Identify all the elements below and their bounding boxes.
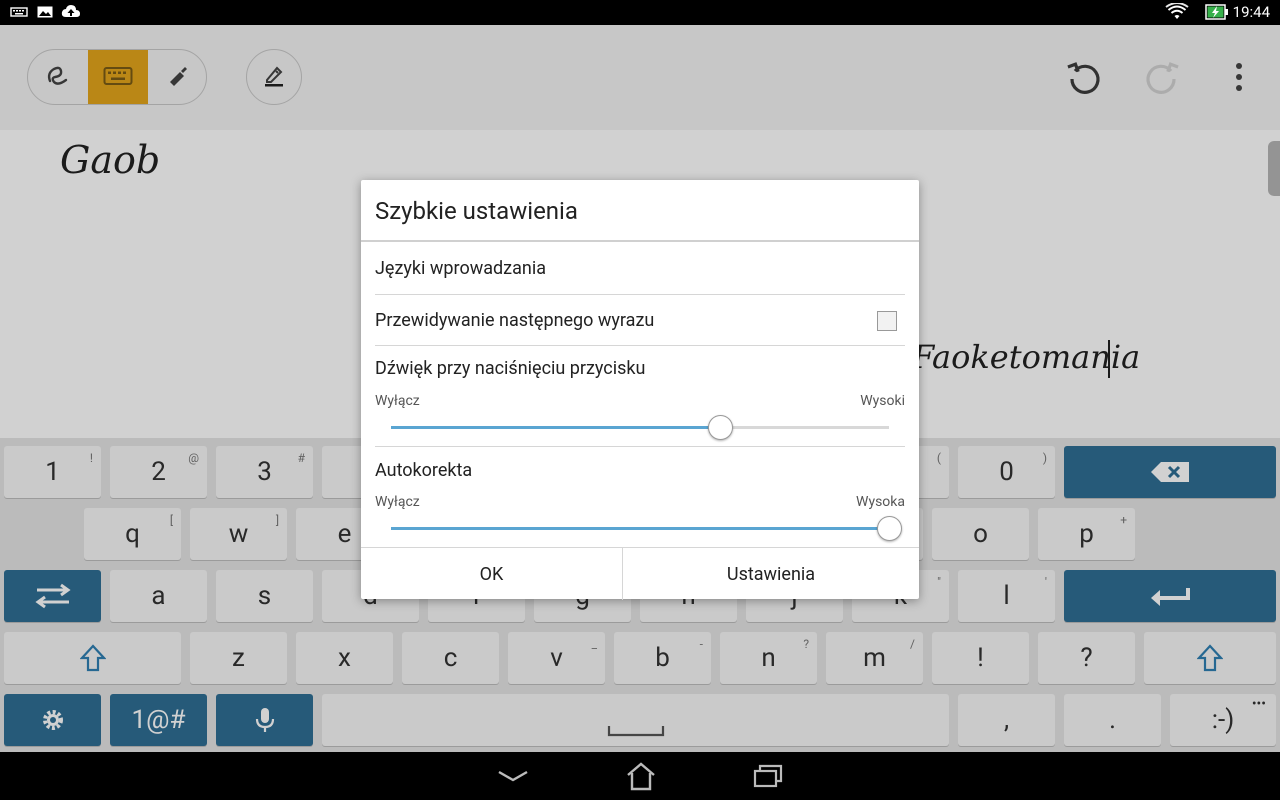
key-sound-max-label: Wysoki	[860, 393, 905, 409]
settings-button[interactable]: Ustawienia	[623, 548, 919, 600]
recents-button[interactable]	[748, 762, 788, 794]
ok-button[interactable]: OK	[361, 548, 623, 600]
divider	[375, 446, 905, 447]
clock: 19:44	[1232, 3, 1270, 21]
back-button[interactable]	[493, 762, 533, 794]
divider	[375, 345, 905, 346]
slider-thumb[interactable]	[877, 516, 902, 541]
quick-settings-dialog: Szybkie ustawienia Języki wprowadzania P…	[361, 180, 919, 600]
autocorrect-max-label: Wysoka	[856, 494, 905, 510]
battery-charging-icon	[1205, 4, 1229, 24]
key-sound-min-label: Wyłącz	[375, 393, 420, 409]
autocorrect-min-label: Wyłącz	[375, 494, 420, 510]
cloud-upload-icon	[61, 4, 81, 23]
recents-icon	[752, 763, 784, 793]
wifi-icon	[1165, 2, 1189, 25]
slider-thumb[interactable]	[708, 415, 733, 440]
back-icon	[496, 768, 530, 788]
slider-fill	[391, 426, 720, 429]
next-word-prediction-checkbox[interactable]	[877, 311, 897, 331]
gallery-icon	[37, 4, 53, 23]
autocorrect-slider[interactable]	[391, 516, 902, 541]
keyboard-status-icon	[10, 4, 28, 23]
slider-fill	[391, 527, 889, 530]
home-icon	[624, 761, 658, 795]
dialog-title: Szybkie ustawienia	[375, 197, 578, 225]
navigation-bar	[0, 752, 1280, 800]
home-button[interactable]	[621, 762, 661, 794]
key-sound-slider[interactable]	[391, 415, 889, 440]
autocorrect-label: Autokorekta	[375, 460, 473, 481]
next-word-prediction-label: Przewidywanie następnego wyrazu	[375, 310, 655, 331]
next-word-prediction-row[interactable]: Przewidywanie następnego wyrazu	[361, 295, 919, 345]
key-sound-label: Dźwięk przy naciśnięciu przycisku	[375, 358, 646, 379]
status-bar: 19:44	[0, 0, 1280, 25]
dialog-buttons: OK Ustawienia	[361, 547, 919, 600]
input-languages-row[interactable]: Języki wprowadzania	[361, 242, 919, 294]
input-languages-label: Języki wprowadzania	[375, 258, 547, 279]
